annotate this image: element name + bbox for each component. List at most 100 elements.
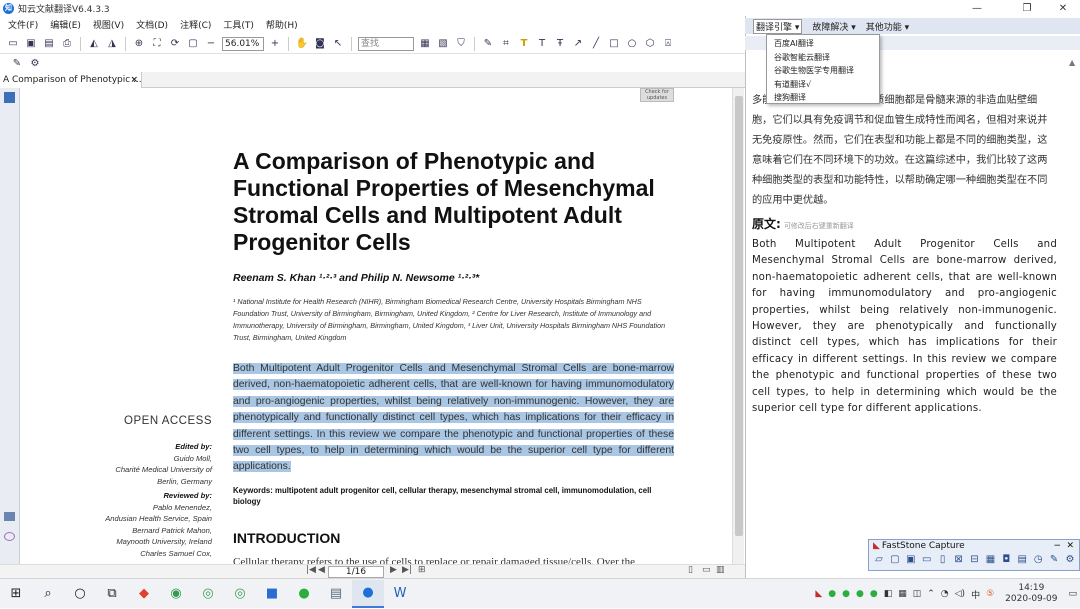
polygon-tool-icon[interactable]: ⬡: [643, 37, 657, 51]
tray-app-icon[interactable]: ◧: [884, 589, 893, 599]
scroll-up-icon[interactable]: ▲: [1069, 58, 1075, 67]
taskbar-app-icon[interactable]: ▤: [320, 580, 352, 608]
note-icon[interactable]: ✎: [481, 37, 495, 51]
zhiyun-app-icon[interactable]: ●: [352, 579, 384, 608]
rectangle-tool-icon[interactable]: □: [607, 37, 621, 51]
capture-object-icon[interactable]: ▣: [904, 553, 918, 567]
chrome-icon[interactable]: ◉: [160, 580, 192, 608]
prev-page-icon[interactable]: ◀: [318, 565, 325, 575]
troubleshoot-menu[interactable]: 故障解决 ▾: [812, 20, 855, 33]
text-comment-icon[interactable]: ⌗: [499, 37, 513, 51]
word-icon[interactable]: W: [384, 580, 416, 608]
close-icon[interactable]: ✕: [1046, 0, 1080, 16]
other-functions-menu[interactable]: 其他功能 ▾: [866, 20, 909, 33]
print-icon[interactable]: ⎙: [60, 37, 74, 51]
arrow-tool-icon[interactable]: ↗: [571, 37, 585, 51]
restore-icon[interactable]: ❐: [1010, 0, 1044, 16]
taskbar-app-icon[interactable]: ◆: [128, 580, 160, 608]
clock[interactable]: 14:19 2020-09-09: [1005, 583, 1057, 605]
save-as-icon[interactable]: ▤: [42, 37, 56, 51]
snapshot-icon[interactable]: ◙: [313, 37, 327, 51]
translation-scrollbar[interactable]: ▲: [1066, 52, 1080, 562]
engine-option-sogou[interactable]: 搜狗翻译: [767, 91, 879, 105]
engine-menu[interactable]: 翻译引擎 ▾: [753, 18, 803, 34]
link-panel-icon[interactable]: [4, 532, 15, 541]
tray-app-icon[interactable]: ◫: [913, 589, 922, 599]
edit-document-icon[interactable]: ✎: [10, 56, 24, 70]
tray-arrow-icon[interactable]: ⌃: [927, 589, 935, 599]
taskbar-app-icon[interactable]: ■: [256, 580, 288, 608]
comment-panel-icon[interactable]: [4, 512, 15, 521]
tray-app-icon[interactable]: ●: [856, 589, 864, 599]
zoom-in-icon[interactable]: +: [268, 37, 282, 51]
notification-icon[interactable]: ▭: [1068, 589, 1077, 599]
tray-app-icon[interactable]: ●: [870, 589, 878, 599]
continuous-view-icon[interactable]: ▭: [702, 565, 711, 575]
fit-visible-icon[interactable]: ▢: [186, 37, 200, 51]
check-for-updates-badge[interactable]: Check for updates: [640, 88, 674, 102]
open-folder-icon[interactable]: ▭: [6, 37, 20, 51]
select-tool-icon[interactable]: ↖: [331, 37, 345, 51]
fit-width-icon[interactable]: ⟳: [168, 37, 182, 51]
original-text[interactable]: Both Multipotent Adult Progenitor Cells …: [752, 237, 1057, 417]
ellipse-tool-icon[interactable]: ○: [625, 37, 639, 51]
filter-icon[interactable]: ⛉: [454, 37, 468, 51]
page-number-input[interactable]: 1/16: [328, 566, 384, 578]
engine-option-google[interactable]: 谷歌智能云翻译: [767, 51, 879, 65]
capture-fixed-icon[interactable]: ▦: [983, 553, 997, 567]
zoom-out-icon[interactable]: −: [204, 37, 218, 51]
facing-view-icon[interactable]: ▥: [716, 565, 725, 575]
next-page-icon[interactable]: ▶: [390, 565, 397, 575]
taskbar-app-icon[interactable]: ◎: [192, 580, 224, 608]
network-icon[interactable]: ◔: [941, 589, 949, 599]
close-tab-icon[interactable]: ×: [130, 72, 138, 88]
menu-file[interactable]: 文件(F): [8, 18, 38, 31]
bookmarks-panel-icon[interactable]: [4, 92, 15, 103]
volume-icon[interactable]: ◁): [955, 589, 965, 599]
sogou-ime-icon[interactable]: ⑤: [986, 589, 994, 599]
tray-app-icon[interactable]: ●: [828, 589, 836, 599]
single-page-view-icon[interactable]: ▯: [688, 565, 693, 575]
engine-option-baidu[interactable]: 百度AI翻译: [767, 37, 879, 51]
task-view-icon[interactable]: ⧉: [96, 580, 128, 608]
capture-rect-icon[interactable]: ▭: [920, 553, 934, 567]
paper-abstract[interactable]: Both Multipotent Adult Progenitor Cells …: [233, 361, 674, 476]
search-icon[interactable]: ⌕: [32, 580, 64, 608]
menu-edit[interactable]: 编辑(E): [50, 18, 81, 31]
minimize-icon[interactable]: —: [960, 0, 994, 16]
rotate-right-icon[interactable]: ◮: [105, 37, 119, 51]
cortana-icon[interactable]: ○: [64, 580, 96, 608]
capture-title-bar[interactable]: ◣ FastStone Capture − ✕: [869, 540, 1079, 553]
find-input[interactable]: 查找: [358, 36, 414, 51]
menu-tools[interactable]: 工具(T): [223, 18, 254, 31]
engine-option-youdao[interactable]: 有道翻译√: [767, 78, 879, 92]
menu-help[interactable]: 帮助(H): [266, 18, 298, 31]
capture-settings-icon[interactable]: ⚙: [1063, 553, 1077, 567]
pdf-vertical-scrollbar[interactable]: [732, 88, 744, 564]
highlight-text-icon[interactable]: T: [517, 37, 531, 51]
tab-document[interactable]: A Comparison of Phenotypic ... ×: [0, 72, 142, 88]
first-page-icon[interactable]: |◀: [306, 565, 316, 575]
find-next-icon[interactable]: ▧: [436, 37, 450, 51]
capture-scroll-icon[interactable]: ⊟: [968, 553, 982, 567]
ime-indicator[interactable]: 中: [971, 588, 980, 601]
stamp-tool-icon[interactable]: ⍓: [661, 37, 675, 51]
last-page-icon[interactable]: ▶|: [402, 565, 412, 575]
capture-minimize-icon[interactable]: −: [1053, 540, 1061, 553]
capture-close-icon[interactable]: ✕: [1066, 540, 1074, 553]
capture-open-icon[interactable]: ▱: [872, 553, 886, 567]
properties-icon[interactable]: ⚙: [28, 56, 42, 70]
history-back-icon[interactable]: ⊞: [418, 565, 426, 575]
zoom-icon[interactable]: ⊕: [132, 37, 146, 51]
capture-timer-icon[interactable]: ◷: [1031, 553, 1045, 567]
menu-comment[interactable]: 注释(C): [180, 18, 211, 31]
rotate-left-icon[interactable]: ◭: [87, 37, 101, 51]
tray-app-icon[interactable]: ●: [842, 589, 850, 599]
hand-tool-icon[interactable]: ✋: [295, 37, 309, 51]
capture-output-icon[interactable]: ▤: [1015, 553, 1029, 567]
wechat-icon[interactable]: ●: [288, 580, 320, 608]
capture-freehand-icon[interactable]: ▯: [936, 553, 950, 567]
start-button-icon[interactable]: ⊞: [0, 580, 32, 608]
find-prev-icon[interactable]: ▦: [418, 37, 432, 51]
save-icon[interactable]: ▣: [24, 37, 38, 51]
